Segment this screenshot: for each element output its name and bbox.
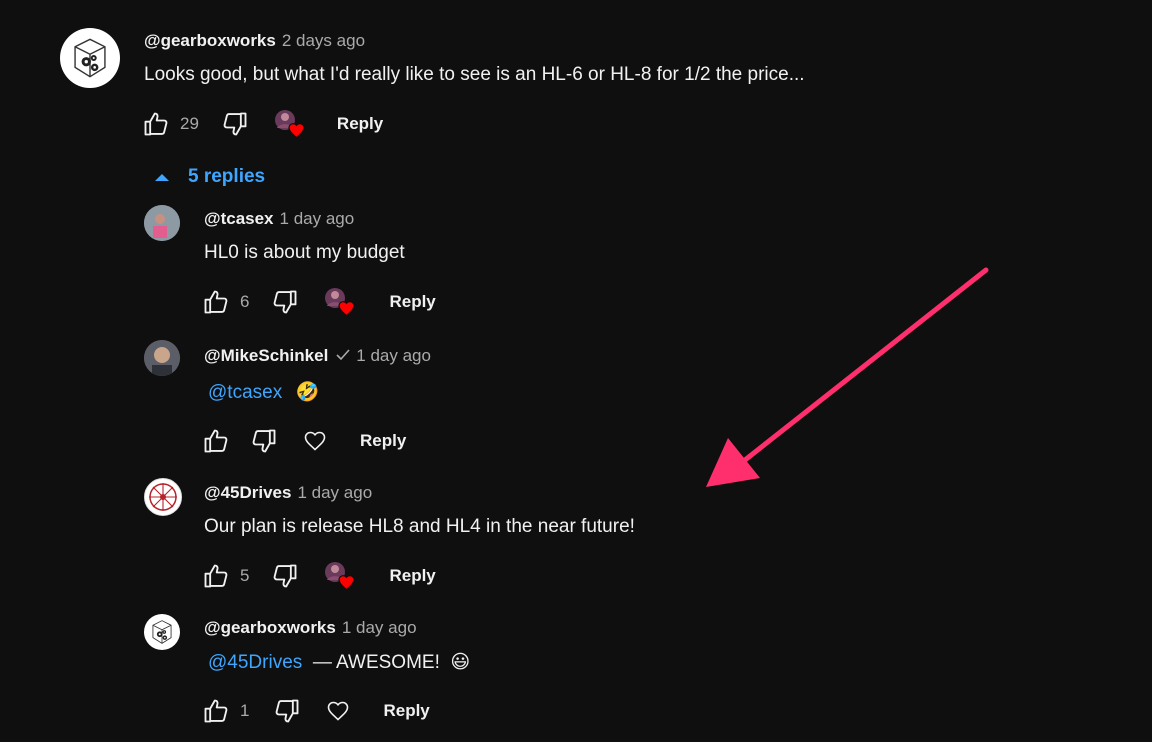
thumbs-up-icon xyxy=(202,288,230,316)
comments-thread: @gearboxworks 2 days ago Looks good, but… xyxy=(0,0,1152,742)
heart-icon xyxy=(303,429,327,453)
comment-text: @45Drives — AWESOME! 😃 xyxy=(208,651,470,674)
comment-actions: Reply xyxy=(202,425,406,457)
reply-button[interactable]: Reply xyxy=(383,701,429,721)
comment-text: HL0 is about my budget xyxy=(204,242,405,263)
thumbs-down-icon xyxy=(273,697,301,725)
comment-header: @tcasex 1 day ago xyxy=(204,209,354,229)
reply-button[interactable]: Reply xyxy=(389,566,435,586)
comment-text: Looks good, but what I'd really like to … xyxy=(144,64,805,85)
thumbs-down-icon xyxy=(271,562,299,590)
reply-button[interactable]: Reply xyxy=(337,114,383,134)
heart-button[interactable] xyxy=(302,428,328,454)
gears-icon xyxy=(145,615,179,649)
thumbs-up-icon xyxy=(202,427,230,455)
like-button[interactable] xyxy=(202,697,230,725)
person-avatar-icon xyxy=(144,205,180,241)
comment-header: @gearboxworks 1 day ago xyxy=(204,618,417,638)
thumbs-down-icon xyxy=(271,288,299,316)
dislike-button[interactable] xyxy=(273,697,301,725)
emoji: 🤣 xyxy=(295,382,320,403)
like-button[interactable] xyxy=(202,288,230,316)
avatar[interactable] xyxy=(144,478,182,516)
thumbs-up-icon xyxy=(142,110,170,138)
like-count: 1 xyxy=(240,701,250,720)
comment-actions: 1 Reply xyxy=(202,695,430,727)
timestamp[interactable]: 2 days ago xyxy=(282,31,365,51)
heart-icon xyxy=(326,699,350,723)
emoji: 😃 xyxy=(450,652,471,673)
avatar[interactable] xyxy=(144,340,180,376)
mention-link[interactable]: @45Drives xyxy=(208,652,302,673)
dislike-button[interactable] xyxy=(271,562,299,590)
creator-heart-icon xyxy=(323,560,359,592)
comment-text: Our plan is release HL8 and HL4 in the n… xyxy=(204,516,635,537)
replies-toggle[interactable]: 5 replies xyxy=(152,166,265,188)
like-button[interactable] xyxy=(142,110,170,138)
author-handle[interactable]: @tcasex xyxy=(204,209,274,229)
timestamp[interactable]: 1 day ago xyxy=(297,483,372,503)
comment-header: @gearboxworks 2 days ago xyxy=(144,31,365,51)
dislike-button[interactable] xyxy=(271,288,299,316)
replies-count-label: 5 replies xyxy=(188,166,266,187)
comment-header: @45Drives 1 day ago xyxy=(204,483,372,503)
dislike-button[interactable] xyxy=(250,427,278,455)
person-avatar-icon xyxy=(144,340,180,376)
author-handle[interactable]: @gearboxworks xyxy=(144,31,276,51)
timestamp[interactable]: 1 day ago xyxy=(280,209,355,229)
reply-button[interactable]: Reply xyxy=(360,431,406,451)
thumbs-down-icon xyxy=(221,110,249,138)
45drives-logo-icon xyxy=(149,483,177,511)
comment-actions: 29 Reply xyxy=(142,108,383,140)
timestamp[interactable]: 1 day ago xyxy=(356,346,431,366)
like-count: 29 xyxy=(180,114,199,133)
creator-heart-icon xyxy=(323,286,359,318)
reply-button[interactable]: Reply xyxy=(389,292,435,312)
thumbs-down-icon xyxy=(250,427,278,455)
comment-text: @tcasex 🤣 xyxy=(208,380,319,404)
like-button[interactable] xyxy=(202,427,230,455)
heart-button[interactable] xyxy=(325,698,351,724)
comment-body: — AWESOME! xyxy=(307,652,446,673)
creator-heart-icon xyxy=(273,108,309,140)
author-handle[interactable]: @MikeSchinkel xyxy=(204,346,328,366)
dislike-button[interactable] xyxy=(221,110,249,138)
avatar[interactable] xyxy=(144,614,180,650)
thumbs-up-icon xyxy=(202,562,230,590)
like-button[interactable] xyxy=(202,562,230,590)
timestamp[interactable]: 1 day ago xyxy=(342,618,417,638)
comment-actions: 5 Reply xyxy=(202,560,436,592)
gears-icon xyxy=(62,30,118,86)
like-count: 5 xyxy=(240,566,250,585)
avatar[interactable] xyxy=(60,28,120,88)
like-count: 6 xyxy=(240,292,250,311)
mention-link[interactable]: @tcasex xyxy=(208,382,282,403)
author-handle[interactable]: @45Drives xyxy=(204,483,291,503)
chevron-up-icon xyxy=(155,174,169,181)
comment-actions: 6 Reply xyxy=(202,286,436,318)
checkmark-icon xyxy=(336,346,350,366)
comment-header: @MikeSchinkel 1 day ago xyxy=(204,346,431,366)
author-handle[interactable]: @gearboxworks xyxy=(204,618,336,638)
thumbs-up-icon xyxy=(202,697,230,725)
avatar[interactable] xyxy=(144,205,180,241)
